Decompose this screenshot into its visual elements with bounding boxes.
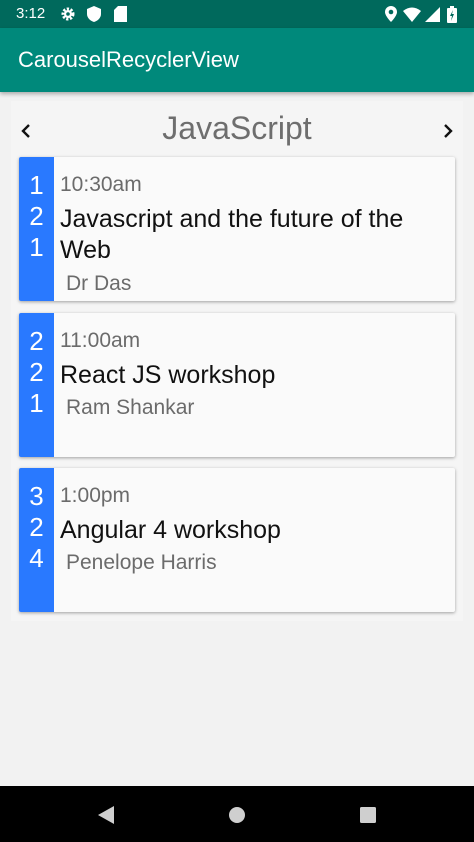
shield-icon: [85, 5, 103, 23]
location-icon: [382, 5, 400, 23]
session-speaker: Penelope Harris: [66, 551, 217, 574]
session-time: 10:30am: [60, 173, 142, 196]
signal-icon: [423, 5, 441, 23]
home-icon: [229, 807, 245, 823]
session-speaker: Dr Das: [66, 272, 132, 295]
session-digit: 2: [29, 357, 44, 387]
recents-button[interactable]: [357, 804, 379, 826]
session-card-accent: 1 2 1: [19, 157, 54, 301]
chevron-left-icon: [21, 124, 30, 138]
session-title: Angular 4 workshop: [60, 516, 281, 544]
category-title: JavaScript: [162, 110, 312, 146]
session-time: 1:00pm: [60, 484, 131, 507]
gear-icon: [59, 5, 77, 23]
session-digit: 1: [29, 388, 44, 418]
session-digit: 1: [29, 232, 44, 262]
battery-icon: [443, 5, 461, 23]
session-digit: 2: [29, 201, 44, 231]
navigation-bar: [0, 786, 474, 842]
back-icon: [98, 806, 114, 824]
status-bar: 3:12: [0, 0, 474, 28]
previous-category-button[interactable]: [12, 117, 40, 145]
session-card-accent: 3 2 4: [19, 468, 54, 612]
session-card[interactable]: 2 2 1 11:00am React JS workshop Ram Shan…: [19, 313, 455, 457]
app-bar: CarouselRecyclerView: [0, 28, 474, 92]
session-card[interactable]: 3 2 4 1:00pm Angular 4 workshop Penelope…: [19, 468, 455, 612]
back-button[interactable]: [95, 804, 117, 826]
session-card[interactable]: 1 2 1 10:30am Javascript and the future …: [19, 157, 455, 301]
session-digit: 2: [29, 512, 44, 542]
session-digit: 4: [29, 543, 44, 573]
recents-icon: [360, 807, 376, 823]
session-card-accent: 2 2 1: [19, 313, 54, 457]
status-time: 3:12: [16, 5, 46, 22]
wifi-icon: [403, 5, 421, 23]
app-title: CarouselRecyclerView: [18, 47, 239, 72]
home-button[interactable]: [226, 804, 248, 826]
session-title: Javascript and the future of the Web: [60, 205, 404, 264]
chevron-right-icon: [444, 124, 453, 138]
sd-card-icon: [111, 5, 129, 23]
session-digit: 2: [29, 326, 44, 356]
carousel-panel: JavaScript 1 2 1 10:30am Javascript and …: [11, 101, 463, 621]
session-title: React JS workshop: [60, 361, 276, 389]
session-digit: 3: [29, 481, 44, 511]
session-digit: 1: [29, 170, 44, 200]
session-time: 11:00am: [60, 329, 141, 352]
next-category-button[interactable]: [434, 117, 462, 145]
session-speaker: Ram Shankar: [66, 396, 195, 419]
